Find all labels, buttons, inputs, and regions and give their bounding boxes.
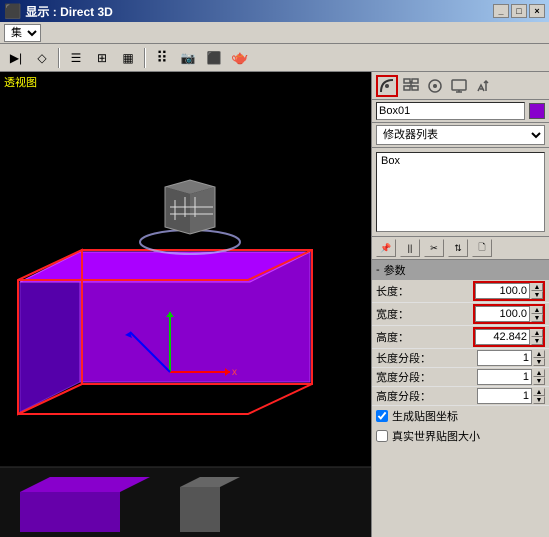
modifier-dropdown-row: 修改器列表	[372, 123, 549, 148]
close-button[interactable]: ×	[529, 4, 545, 18]
param-row-length: 长度： ▲ ▼	[372, 280, 549, 303]
object-name-input[interactable]	[376, 102, 525, 120]
param-label-height: 高度：	[376, 329, 473, 345]
param-input-group-height: ▲ ▼	[473, 327, 545, 347]
main-area: x 透视图	[0, 72, 549, 537]
object-name-row	[372, 100, 549, 123]
param-row-len-seg: 长度分段： ▲ ▼	[372, 349, 549, 368]
app-icon: ⬛	[4, 3, 21, 20]
tool-teapot[interactable]: 🫖	[228, 47, 252, 69]
toolbar: ▶| ◇ ☰ ⊞ ▦ ⠿ 📷 ⬛ 🫖	[0, 44, 549, 72]
modifier-list-select[interactable]: 修改器列表	[376, 125, 545, 145]
param-input-height[interactable]	[475, 329, 530, 345]
svg-text:x: x	[232, 367, 237, 378]
param-spinner-wid-seg: ▲ ▼	[533, 369, 545, 385]
panel-toolbar	[372, 72, 549, 100]
spin-down-hei-seg[interactable]: ▼	[533, 396, 545, 404]
param-spinner-length: ▲ ▼	[531, 283, 543, 299]
spin-up-width[interactable]: ▲	[531, 306, 543, 314]
param-input-len-seg[interactable]	[477, 350, 532, 366]
object-color-swatch[interactable]	[529, 103, 545, 119]
viewport-label: 透视图	[4, 74, 37, 90]
modifier-item-box[interactable]: Box	[377, 153, 544, 169]
param-input-group-width: ▲ ▼	[473, 304, 545, 324]
param-row-wid-seg: 宽度分段： ▲ ▼	[372, 368, 549, 387]
param-label-len-seg: 长度分段：	[376, 350, 477, 366]
toolbar-sep-1	[58, 48, 60, 68]
check-label-map-coords: 生成贴图坐标	[392, 408, 458, 424]
spin-up-length[interactable]: ▲	[531, 283, 543, 291]
modifier-buttons: 📌 || ✂ ⇅ 🗋	[372, 236, 549, 259]
params-minus-icon: -	[376, 264, 380, 276]
spin-down-height[interactable]: ▼	[531, 337, 543, 345]
param-input-length[interactable]	[475, 283, 530, 299]
check-row-map-coords: 生成贴图坐标	[372, 406, 549, 426]
param-label-length: 长度：	[376, 283, 473, 299]
panel-tab-display[interactable]	[448, 75, 470, 97]
spin-down-len-seg[interactable]: ▼	[533, 358, 545, 366]
tool-camera[interactable]: 📷	[176, 47, 200, 69]
param-input-hei-seg[interactable]	[477, 388, 532, 404]
spin-up-wid-seg[interactable]: ▲	[533, 369, 545, 377]
param-spinner-len-seg: ▲ ▼	[533, 350, 545, 366]
title-bar-label: 显示 : Direct 3D	[25, 3, 112, 20]
param-row-height: 高度： ▲ ▼	[372, 326, 549, 349]
param-input-width[interactable]	[475, 306, 530, 322]
panel-tab-utilities[interactable]	[472, 75, 494, 97]
mod-btn-config[interactable]: ||	[400, 239, 420, 257]
spin-up-height[interactable]: ▲	[531, 329, 543, 337]
param-input-group-wid-seg: ▲ ▼	[477, 369, 545, 385]
param-input-group-hei-seg: ▲ ▼	[477, 388, 545, 404]
panel-tab-motion[interactable]	[424, 75, 446, 97]
panel-tab-modify[interactable]	[376, 75, 398, 97]
spin-up-len-seg[interactable]: ▲	[533, 350, 545, 358]
mod-btn-pin[interactable]: 📌	[376, 239, 396, 257]
tool-dots[interactable]: ⠿	[150, 47, 174, 69]
checkbox-map-coords[interactable]	[376, 410, 388, 422]
minimize-button[interactable]: _	[493, 4, 509, 18]
tool-grid1[interactable]: ⊞	[90, 47, 114, 69]
maximize-button[interactable]: □	[511, 4, 527, 18]
param-label-hei-seg: 高度分段：	[376, 388, 477, 404]
mod-btn-cut[interactable]: ✂	[424, 239, 444, 257]
tool-select[interactable]: ▶|	[4, 47, 28, 69]
right-panel: 修改器列表 Box 📌 || ✂ ⇅ 🗋 - 参数 长度：	[371, 72, 549, 537]
check-label-real-world: 真实世界贴图大小	[392, 428, 480, 444]
mod-btn-new[interactable]: 🗋	[472, 239, 492, 257]
param-input-wid-seg[interactable]	[477, 369, 532, 385]
viewport-svg: x	[0, 72, 371, 537]
spin-down-wid-seg[interactable]: ▼	[533, 377, 545, 385]
checkbox-real-world[interactable]	[376, 430, 388, 442]
menu-select[interactable]: 集	[4, 24, 41, 42]
param-label-width: 宽度：	[376, 306, 473, 322]
viewport[interactable]: x 透视图	[0, 72, 371, 537]
modifier-list-box[interactable]: Box	[376, 152, 545, 232]
param-input-group-length: ▲ ▼	[473, 281, 545, 301]
param-row-width: 宽度： ▲ ▼	[372, 303, 549, 326]
spin-down-width[interactable]: ▼	[531, 314, 543, 322]
param-spinner-hei-seg: ▲ ▼	[533, 388, 545, 404]
check-row-real-world: 真实世界贴图大小	[372, 426, 549, 446]
param-spinner-height: ▲ ▼	[531, 329, 543, 345]
panel-tab-hierarchy[interactable]	[400, 75, 422, 97]
spin-down-length[interactable]: ▼	[531, 291, 543, 299]
title-bar-text: ⬛ 显示 : Direct 3D	[4, 3, 113, 20]
tool-square[interactable]: ⬛	[202, 47, 226, 69]
menu-bar: 集	[0, 22, 549, 44]
param-label-wid-seg: 宽度分段：	[376, 369, 477, 385]
mod-btn-sort[interactable]: ⇅	[448, 239, 468, 257]
param-row-hei-seg: 高度分段： ▲ ▼	[372, 387, 549, 406]
tool-grid2[interactable]: ▦	[116, 47, 140, 69]
params-section: - 参数 长度： ▲ ▼ 宽度：	[372, 259, 549, 537]
title-bar: ⬛ 显示 : Direct 3D _ □ ×	[0, 0, 549, 22]
title-bar-buttons: _ □ ×	[493, 4, 545, 18]
param-spinner-width: ▲ ▼	[531, 306, 543, 322]
spin-up-hei-seg[interactable]: ▲	[533, 388, 545, 396]
toolbar-sep-2	[144, 48, 146, 68]
params-title: 参数	[384, 262, 406, 278]
params-header[interactable]: - 参数	[372, 260, 549, 280]
tool-layers[interactable]: ☰	[64, 47, 88, 69]
param-input-group-len-seg: ▲ ▼	[477, 350, 545, 366]
tool-diamond[interactable]: ◇	[30, 47, 54, 69]
